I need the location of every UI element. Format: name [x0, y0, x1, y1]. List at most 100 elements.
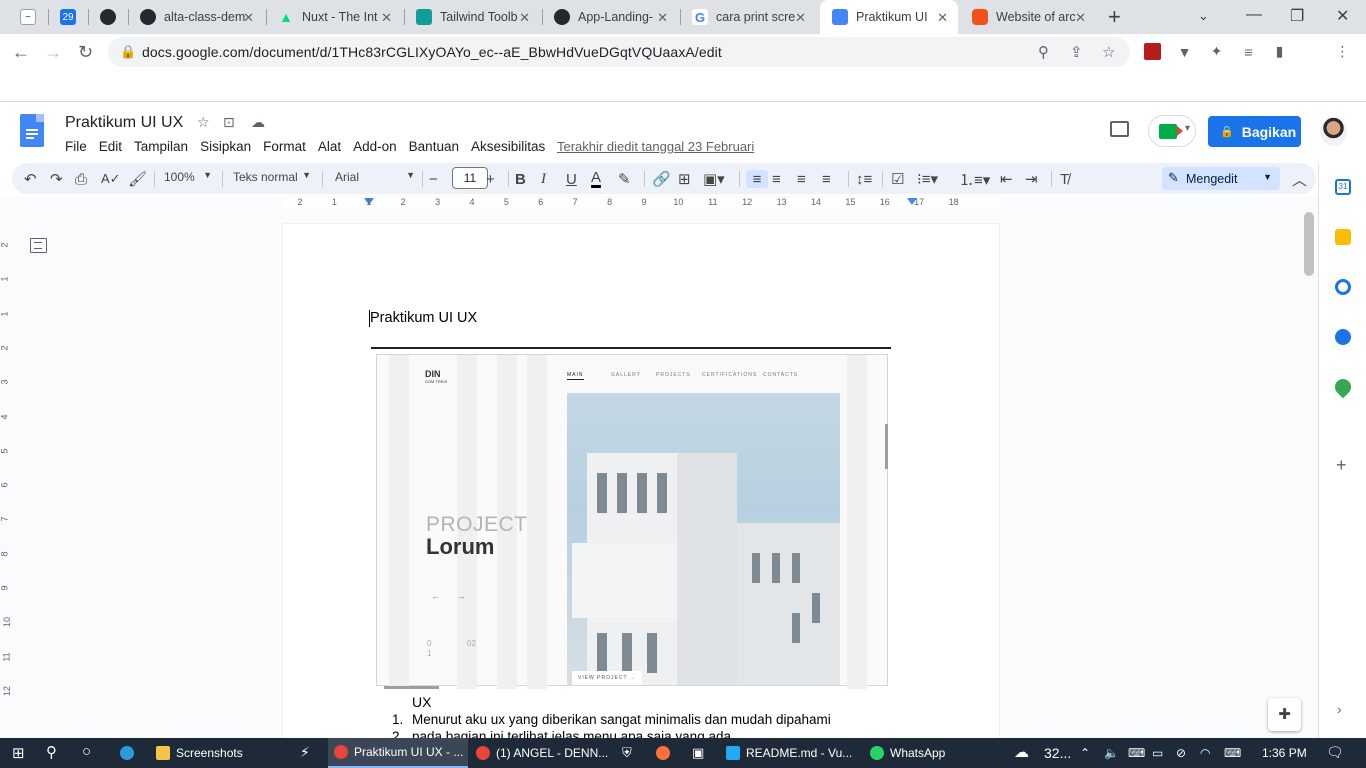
meet-button[interactable]: ▾ — [1148, 115, 1196, 147]
close-tab-icon[interactable]: ✕ — [795, 10, 806, 26]
browser-tab[interactable] — [88, 0, 126, 34]
tab-search-chevron-icon[interactable]: ⌄ — [1198, 8, 1209, 24]
share-button[interactable]: 🔒 Bagikan — [1208, 116, 1301, 147]
vertical-ruler[interactable]: 2 1 1 2 3 4 5 6 7 8 9 10 11 12 — [0, 222, 12, 738]
menu-insert[interactable]: Sisipkan — [200, 139, 251, 155]
underline-icon[interactable]: U — [566, 170, 577, 188]
browser-tab[interactable]: alta-class-dem ✕ — [128, 0, 264, 34]
weather-icon[interactable]: ☁ — [1014, 743, 1029, 761]
add-comment-icon[interactable]: ⊞ — [678, 170, 691, 188]
close-window-icon[interactable]: ✕ — [1336, 6, 1349, 26]
menu-tools[interactable]: Alat — [318, 139, 341, 155]
menu-file[interactable]: File — [65, 139, 87, 155]
account-avatar[interactable] — [1320, 117, 1347, 146]
last-edit-link[interactable]: Terakhir diedit tanggal 23 Februari — [557, 139, 754, 154]
insert-image-icon[interactable]: ▣▾ — [703, 170, 725, 188]
browser-menu-icon[interactable]: ⋮ — [1334, 43, 1351, 60]
menu-accessibility[interactable]: Aksesibilitas — [471, 139, 545, 155]
browser-tab[interactable]: Tailwind Toolb ✕ — [404, 0, 540, 34]
increase-font-size-icon[interactable]: + — [486, 170, 495, 188]
menu-addons[interactable]: Add-on — [353, 139, 397, 155]
browser-tab[interactable]: 29 — [48, 0, 86, 34]
url-text[interactable]: docs.google.com/document/d/1THc83rCGLIXy… — [142, 44, 722, 60]
checklist-icon[interactable]: ☑ — [891, 170, 904, 188]
keep-icon[interactable] — [1335, 229, 1351, 245]
browser-tab[interactable]: App-Landing- ✕ — [542, 0, 678, 34]
browser-tab[interactable]: Website of arc ✕ — [960, 0, 1096, 34]
star-icon[interactable]: ☆ — [197, 114, 210, 131]
document-title[interactable]: Praktikum UI UX — [65, 114, 183, 132]
vue-devtools-icon[interactable]: ▼ — [1176, 43, 1193, 60]
notifications-icon[interactable]: 🗨 — [1326, 744, 1344, 761]
address-bar[interactable]: 🔒 docs.google.com/document/d/1THc83rCGLI… — [108, 37, 1130, 67]
paint-format-icon[interactable]: 🖌 — [128, 170, 147, 188]
restore-icon[interactable]: ❐ — [1290, 6, 1304, 26]
horizontal-ruler[interactable]: 2 1 1 2 3 4 5 6 7 8 9 10 11 12 13 14 15 16 17 18 — [283, 197, 999, 209]
embedded-image[interactable]: DIN DOM TREIS MAIN GALLERY PROJECTS CERT… — [371, 347, 891, 689]
decrease-indent-icon[interactable]: ⇤ — [1000, 170, 1013, 188]
undo-icon[interactable]: ↶ — [24, 170, 37, 188]
battery-icon[interactable]: ▭ — [1152, 746, 1163, 760]
share-page-icon[interactable]: ⇪ — [1070, 43, 1083, 61]
taskbar-app-active[interactable]: Praktikum UI UX - ... — [328, 738, 468, 768]
browser-tab[interactable]: ~ — [8, 0, 44, 34]
close-tab-icon[interactable]: ✕ — [243, 10, 254, 26]
close-tab-icon[interactable]: ✕ — [657, 10, 668, 26]
cortana-icon[interactable]: ○ — [82, 743, 91, 760]
weather-temperature[interactable]: 32... — [1044, 745, 1071, 761]
clear-formatting-icon[interactable]: T̸ — [1060, 170, 1069, 188]
text-color-icon[interactable]: A — [591, 169, 602, 188]
side-panel-icon[interactable]: ▮ — [1271, 43, 1288, 60]
browser-tab[interactable]: ▲ Nuxt - The Int ✕ — [266, 0, 402, 34]
comment-history-icon[interactable] — [1110, 121, 1129, 137]
windows-start-icon[interactable]: ⊞ — [12, 744, 25, 762]
edge-icon[interactable] — [120, 746, 134, 760]
cloud-saved-icon[interactable]: ☁ — [251, 114, 265, 131]
align-left-icon[interactable]: ≡ — [746, 170, 768, 188]
bulleted-list-icon[interactable]: ⁝≡▾ — [917, 170, 938, 188]
back-icon[interactable]: ← — [12, 42, 30, 63]
minimize-icon[interactable]: — — [1246, 6, 1262, 24]
redo-icon[interactable]: ↷ — [50, 170, 63, 188]
media-controls-icon[interactable]: ≡ — [1240, 43, 1257, 60]
italic-icon[interactable]: I — [541, 170, 546, 188]
document-heading[interactable]: Praktikum UI UX — [370, 310, 477, 326]
maps-icon[interactable] — [1331, 375, 1355, 399]
list-item[interactable]: 1. Menurut aku ux yang diberikan sangat m… — [392, 712, 831, 727]
menu-format[interactable]: Format — [263, 139, 306, 155]
numbered-list-icon[interactable]: ⒈≡▾ — [959, 170, 990, 189]
line-spacing-icon[interactable]: ↕≡ — [856, 170, 872, 188]
firefox-icon[interactable] — [656, 746, 670, 760]
keyboard-layout-icon[interactable]: ⌨ — [1224, 746, 1241, 760]
close-tab-icon[interactable]: ✕ — [381, 10, 392, 26]
show-hidden-icons-icon[interactable]: ⌃ — [1080, 746, 1090, 760]
reload-icon[interactable]: ↻ — [78, 42, 93, 63]
browser-tab-active[interactable]: Praktikum UI ✕ — [820, 0, 958, 34]
pinned-app-icon[interactable]: ⚡ — [300, 744, 310, 761]
zoom-icon[interactable]: ⚲ — [1038, 43, 1049, 61]
font-size-input[interactable]: 11 — [452, 167, 488, 189]
close-tab-icon[interactable]: ✕ — [937, 10, 948, 26]
browser-tab[interactable]: G cara print scre ✕ — [680, 0, 816, 34]
calendar-icon[interactable]: 31 — [1335, 179, 1351, 195]
search-icon[interactable]: ⚲ — [46, 743, 57, 761]
get-addons-plus-icon[interactable]: + — [1336, 455, 1347, 476]
taskbar-app[interactable]: (1) ANGEL - DENN... — [470, 738, 610, 768]
paragraph-style-select[interactable]: Teks normal ▼ — [233, 170, 311, 184]
tasks-icon[interactable] — [1335, 279, 1351, 295]
extension-icon[interactable] — [1144, 43, 1161, 60]
show-side-panel-chevron-icon[interactable]: › — [1337, 701, 1342, 717]
close-tab-icon[interactable]: ✕ — [1075, 10, 1086, 26]
decrease-font-size-icon[interactable]: − — [429, 170, 438, 188]
align-right-icon[interactable]: ≡ — [797, 170, 806, 188]
page-scrollbar[interactable] — [1304, 212, 1314, 276]
font-family-select[interactable]: Arial ▼ — [335, 170, 415, 184]
new-tab-icon[interactable]: + — [1108, 4, 1121, 30]
menu-edit[interactable]: Edit — [99, 139, 122, 155]
taskbar-app[interactable]: Screenshots — [150, 738, 298, 768]
camera-app-icon[interactable]: ▣ — [692, 745, 704, 761]
increase-indent-icon[interactable]: ⇥ — [1025, 170, 1038, 188]
spellcheck-icon[interactable]: A✓ — [101, 170, 121, 188]
align-justify-icon[interactable]: ≡ — [822, 170, 831, 188]
forward-icon[interactable]: → — [44, 42, 62, 63]
